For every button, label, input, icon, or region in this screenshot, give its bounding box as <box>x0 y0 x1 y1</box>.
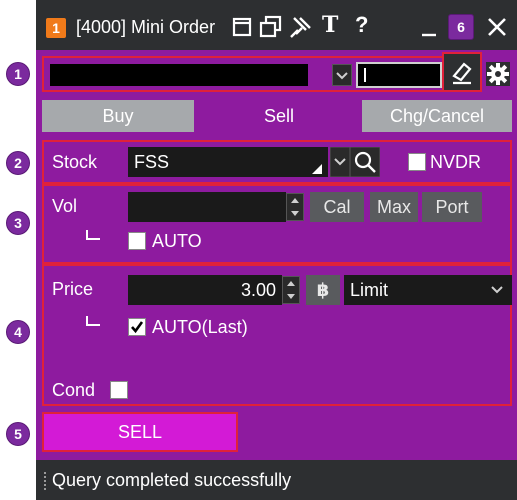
vol-auto-checkbox[interactable] <box>128 232 146 250</box>
mini-order-window: 1 [4000] Mini Order T ? 6 Buy Sell Chg/C… <box>36 0 517 500</box>
password-field[interactable] <box>356 62 442 88</box>
vol-label: Vol <box>52 196 78 216</box>
sell-button[interactable]: SELL <box>42 412 238 452</box>
tab-sell[interactable]: Sell <box>200 100 358 132</box>
gear-icon <box>487 63 509 85</box>
tree-branch-icon <box>86 230 100 240</box>
order-tabs: Buy Sell Chg/Cancel <box>42 100 512 132</box>
port-button[interactable]: Port <box>422 192 482 222</box>
tab-buy[interactable]: Buy <box>42 100 194 132</box>
nvdr-checkbox[interactable] <box>408 153 426 171</box>
text-size-icon[interactable]: T <box>322 12 338 38</box>
stock-label: Stock <box>52 152 98 172</box>
auto-last-checkbox[interactable] <box>128 318 146 336</box>
account-field[interactable] <box>50 64 308 86</box>
status-grip-icon <box>44 472 48 490</box>
price-label: Price <box>52 279 94 299</box>
cond-label: Cond <box>52 380 96 400</box>
baht-currency-button[interactable]: ฿ <box>306 275 340 305</box>
tree-branch-icon <box>86 316 100 326</box>
checkmark-icon <box>131 321 144 334</box>
tab-chg-cancel[interactable]: Chg/Cancel <box>362 100 512 132</box>
order-type-select[interactable]: Limit <box>344 275 512 305</box>
stock-input[interactable]: FSS <box>128 147 328 177</box>
resize-grip-icon <box>312 164 322 174</box>
auto-last-label: AUTO(Last) <box>152 317 248 337</box>
account-dropdown-button[interactable] <box>332 64 352 86</box>
callout-marker-4: 4 <box>6 320 30 344</box>
vol-auto-label: AUTO <box>152 231 202 251</box>
help-icon[interactable]: ? <box>355 12 368 38</box>
vol-stepper[interactable] <box>286 193 304 221</box>
cond-checkbox[interactable] <box>110 381 128 399</box>
status-bar: Query completed successfully <box>36 460 517 500</box>
status-message: Query completed successfully <box>52 470 292 490</box>
price-input[interactable]: 3.00 <box>128 275 282 305</box>
search-icon[interactable] <box>350 147 380 177</box>
callout-marker-5: 5 <box>6 422 30 446</box>
chevron-down-icon <box>491 286 503 294</box>
nvdr-label: NVDR <box>430 152 482 172</box>
window-title: [4000] Mini Order <box>76 17 216 37</box>
callout-marker-2: 2 <box>6 151 30 175</box>
chevron-down-icon <box>330 147 350 177</box>
vol-input[interactable] <box>128 192 286 222</box>
title-bar[interactable]: 1 [4000] Mini Order T ? 6 <box>36 0 517 50</box>
close-icon[interactable] <box>484 14 510 40</box>
callout-marker-6: 6 <box>448 14 474 40</box>
cascade-window-icon[interactable] <box>258 14 284 40</box>
max-button[interactable]: Max <box>370 192 418 222</box>
price-stepper[interactable] <box>282 276 300 304</box>
app-badge: 1 <box>46 18 66 38</box>
stock-section: Stock FSS NVDR <box>42 140 512 184</box>
callout-marker-1: 1 <box>6 62 30 86</box>
restore-window-icon[interactable] <box>230 14 256 40</box>
pin-icon[interactable] <box>288 14 314 40</box>
price-section: Price 3.00 ฿ Limit AUTO(Last) Cond <box>42 264 512 406</box>
settings-button[interactable] <box>486 62 510 86</box>
cal-button[interactable]: Cal <box>310 192 364 222</box>
chevron-down-icon <box>336 72 348 80</box>
eraser-icon <box>452 62 472 85</box>
callout-marker-3: 3 <box>6 211 30 235</box>
text-caret <box>364 68 366 82</box>
volume-section: Vol Cal Max Port AUTO <box>42 184 512 264</box>
clear-button[interactable] <box>442 52 482 92</box>
minimize-icon[interactable] <box>418 14 444 40</box>
account-toolbar <box>42 56 482 92</box>
